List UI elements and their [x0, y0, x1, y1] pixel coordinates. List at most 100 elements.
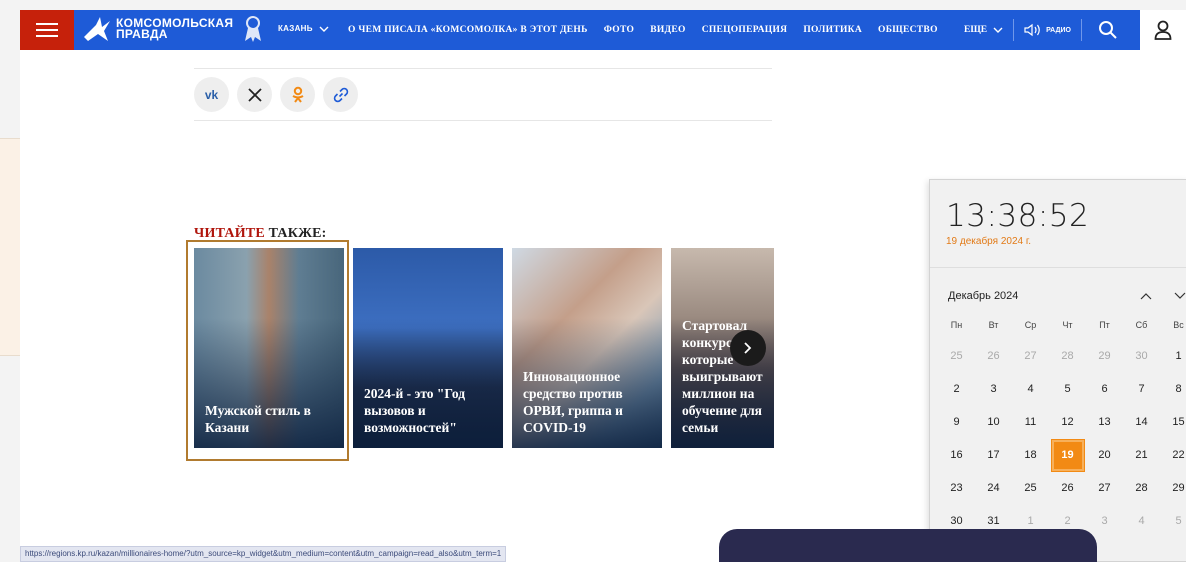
calendar-day[interactable]: 12 [1049, 406, 1086, 439]
region-selector[interactable]: КАЗАНЬ [278, 24, 329, 33]
calendar-day[interactable]: 21 [1123, 439, 1160, 472]
chevron-down-icon [319, 26, 329, 32]
calendar-day[interactable]: 4 [1123, 505, 1160, 538]
calendar-day[interactable]: 27 [1012, 340, 1049, 373]
calendar-day[interactable]: 1 [1160, 340, 1186, 373]
share-ok-button[interactable] [280, 77, 315, 112]
chevron-up-icon[interactable] [1140, 292, 1152, 300]
calendar-day[interactable]: 29 [1160, 472, 1186, 505]
search-icon[interactable] [1098, 20, 1118, 40]
month-header: Декабрь 2024 [948, 290, 1186, 302]
calendar-day[interactable]: 14 [1123, 406, 1160, 439]
chevron-right-icon [744, 342, 752, 354]
calendar-day[interactable]: 6 [1086, 373, 1123, 406]
nav-divider [1080, 19, 1082, 41]
nav-divider [1013, 19, 1015, 41]
status-bar-url: https://regions.kp.ru/kazan/millionaires… [20, 546, 507, 562]
calendar-grid: Пн Вт Ср Чт Пт Сб Вс 25 26 27 28 29 30 1 2 3 4 5 6 7… [938, 320, 1186, 538]
calendar-day[interactable]: 3 [1086, 505, 1123, 538]
calendar-day[interactable]: 7 [1123, 373, 1160, 406]
calendar-day[interactable]: 28 [1123, 472, 1160, 505]
calendar-day[interactable]: 17 [975, 439, 1012, 472]
article-card[interactable]: Инновационное средство против ОРВИ, грип… [512, 248, 662, 448]
radio-button[interactable]: РАДИО [1024, 23, 1071, 37]
calendar-day[interactable]: 2 [938, 373, 975, 406]
calendar-day[interactable]: 26 [975, 340, 1012, 373]
site-logo[interactable]: КОМСОМОЛЬСКАЯ ПРАВДА [82, 15, 265, 43]
calendar-day[interactable]: 22 [1160, 439, 1186, 472]
share-x-button[interactable] [237, 77, 272, 112]
award-badge-icon [245, 16, 262, 42]
more-label: ЕЩЕ [964, 25, 988, 35]
calendar-day[interactable]: 28 [1049, 340, 1086, 373]
month-label[interactable]: Декабрь 2024 [948, 290, 1018, 302]
popup-panel [719, 529, 1097, 562]
month-nav [1140, 292, 1186, 300]
calendar-day[interactable]: 3 [975, 373, 1012, 406]
nav-right: ЕЩЕ РАДИО [964, 10, 1118, 50]
calendar-day[interactable]: 23 [938, 472, 975, 505]
calendar-day[interactable]: 15 [1160, 406, 1186, 439]
left-gutter [0, 0, 20, 562]
weekday-label: Чт [1062, 320, 1073, 330]
calendar-day[interactable]: 4 [1012, 373, 1049, 406]
calendar-day[interactable]: 29 [1086, 340, 1123, 373]
clock-date-link[interactable]: 19 декабря 2024 г. [946, 236, 1186, 247]
calendar-day[interactable]: 18 [1012, 439, 1049, 472]
weekday-label: Сб [1135, 320, 1148, 330]
read-also-heading-dark: ТАКЖЕ: [268, 226, 327, 241]
calendar-day[interactable]: 5 [1160, 505, 1186, 538]
user-icon [1154, 20, 1172, 40]
calendar-day[interactable]: 9 [938, 406, 975, 439]
nav-links: О ЧЕМ ПИСАЛА «КОМСОМОЛКА» В ЭТОТ ДЕНЬ ФО… [348, 10, 938, 50]
user-button[interactable] [1140, 10, 1186, 50]
calendar-day[interactable]: 25 [938, 340, 975, 373]
calendar-day[interactable]: 10 [975, 406, 1012, 439]
article-card-title: 2024-й - это "Год вызовов и возможностей… [364, 386, 466, 435]
region-label: КАЗАНЬ [278, 24, 313, 33]
chevron-down-icon [993, 27, 1003, 33]
hamburger-icon [36, 23, 58, 37]
carousel-next-button[interactable] [730, 330, 766, 366]
calendar-day[interactable]: 16 [938, 439, 975, 472]
calendar-day[interactable]: 25 [1012, 472, 1049, 505]
speaker-icon [1024, 23, 1040, 37]
calendar-day[interactable]: 26 [1049, 472, 1086, 505]
link-icon [333, 87, 348, 102]
clock-time: 13:38:52 [946, 198, 1090, 234]
share-vk-button[interactable]: vk [194, 77, 229, 112]
article-card-title: Инновационное средство против ОРВИ, грип… [523, 369, 623, 435]
calendar-day[interactable]: 5 [1049, 373, 1086, 406]
menu-button[interactable] [20, 10, 74, 50]
calendar-day[interactable]: 13 [1086, 406, 1123, 439]
radio-label: РАДИО [1046, 26, 1071, 34]
browser-viewport: КОМСОМОЛЬСКАЯ ПРАВДА КАЗАНЬ О ЧЕМ ПИСАЛА… [20, 10, 1186, 562]
calendar-week-row: 23 24 25 26 27 28 29 [938, 472, 1186, 505]
nav-link-politics[interactable]: ПОЛИТИКА [803, 25, 862, 35]
nav-link-special-operation[interactable]: СПЕЦОПЕРАЦИЯ [702, 25, 788, 35]
calendar-day-today[interactable]: 19 [1049, 439, 1086, 472]
article-card[interactable]: 2024-й - это "Год вызовов и возможностей… [353, 248, 503, 448]
nav-link-society[interactable]: ОБЩЕСТВО [878, 25, 938, 35]
weekday-row: Пн Вт Ср Чт Пт Сб Вс [938, 320, 1186, 340]
weekday-label: Пн [950, 320, 963, 330]
calendar-day[interactable]: 30 [1123, 340, 1160, 373]
calendar-day[interactable]: 24 [975, 472, 1012, 505]
copy-link-button[interactable] [323, 77, 358, 112]
chevron-down-icon[interactable] [1174, 292, 1186, 300]
top-nav: КОМСОМОЛЬСКАЯ ПРАВДА КАЗАНЬ О ЧЕМ ПИСАЛА… [20, 10, 1186, 50]
calendar-day[interactable]: 11 [1012, 406, 1049, 439]
nav-link-video[interactable]: ВИДЕО [650, 25, 686, 35]
divider-line [194, 120, 772, 121]
calendar-day[interactable]: 8 [1160, 373, 1186, 406]
divider-line [194, 68, 772, 69]
nav-link-photo[interactable]: ФОТО [604, 25, 634, 35]
card-focus-outline [186, 240, 349, 461]
logo-text: КОМСОМОЛЬСКАЯ ПРАВДА [116, 16, 234, 41]
share-buttons: vk [194, 77, 358, 112]
more-menu[interactable]: ЕЩЕ [964, 25, 1003, 35]
calendar-day[interactable]: 27 [1086, 472, 1123, 505]
calendar-day[interactable]: 20 [1086, 439, 1123, 472]
calendar-week-row: 25 26 27 28 29 30 1 [938, 340, 1186, 373]
nav-link-this-day[interactable]: О ЧЕМ ПИСАЛА «КОМСОМОЛКА» В ЭТОТ ДЕНЬ [348, 25, 588, 35]
